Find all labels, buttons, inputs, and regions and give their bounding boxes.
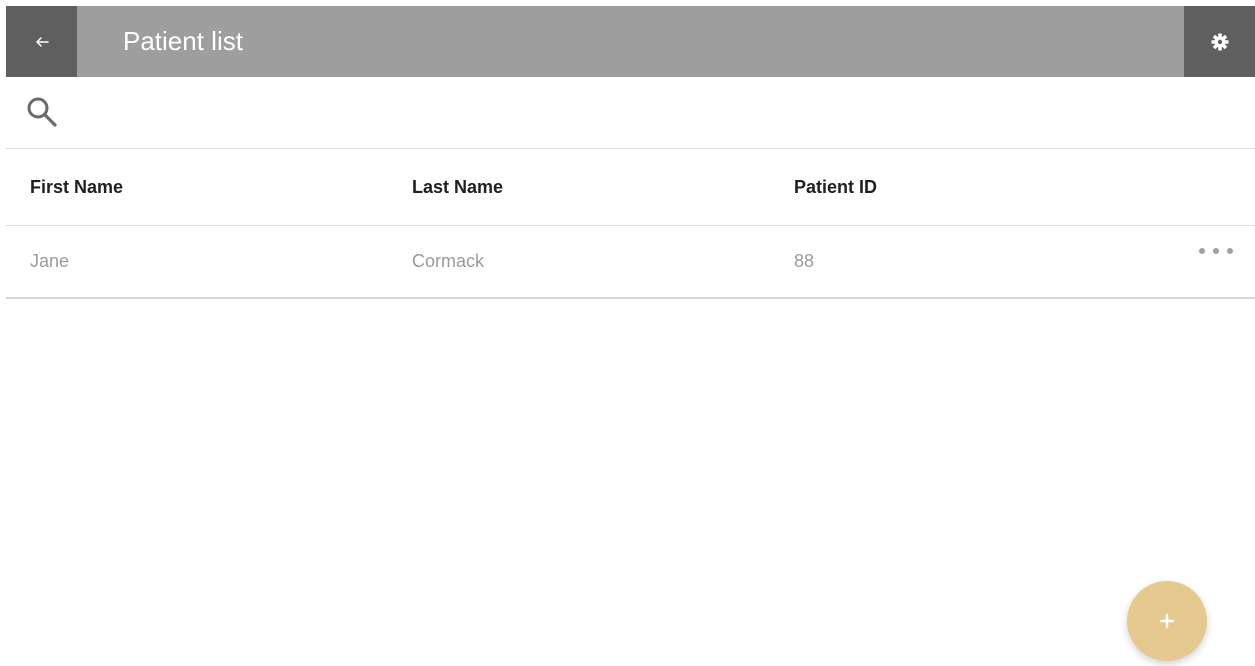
settings-button[interactable] [1184, 6, 1255, 77]
column-header-first-name[interactable]: First Name [30, 149, 123, 225]
gear-icon [1211, 33, 1228, 50]
row-menu-button[interactable] [1199, 242, 1233, 260]
search-button[interactable] [24, 94, 60, 130]
app-root: Patient list First Name Last Name Patien… [0, 0, 1255, 666]
arrow-left-icon [35, 36, 49, 47]
more-horizontal-icon [1199, 248, 1205, 254]
top-app-bar: Patient list [6, 6, 1255, 77]
cell-last-name: Cormack [412, 251, 485, 271]
cell-patient-id: 88 [794, 251, 815, 271]
row-divider [6, 297, 1255, 299]
column-header-last-name[interactable]: Last Name [412, 149, 503, 225]
cell-first-name: Jane [30, 251, 70, 271]
back-button[interactable] [6, 6, 77, 77]
page-title: Patient list [123, 26, 243, 56]
more-horizontal-icon [1227, 248, 1233, 254]
add-patient-button[interactable] [1127, 581, 1207, 661]
table-row[interactable]: Jane Cormack 88 [6, 226, 1255, 297]
more-horizontal-icon [1213, 248, 1219, 254]
plus-icon [1159, 613, 1175, 629]
search-icon [27, 97, 57, 127]
table-header: First Name Last Name Patient ID [6, 149, 1255, 225]
column-header-patient-id[interactable]: Patient ID [794, 149, 877, 225]
